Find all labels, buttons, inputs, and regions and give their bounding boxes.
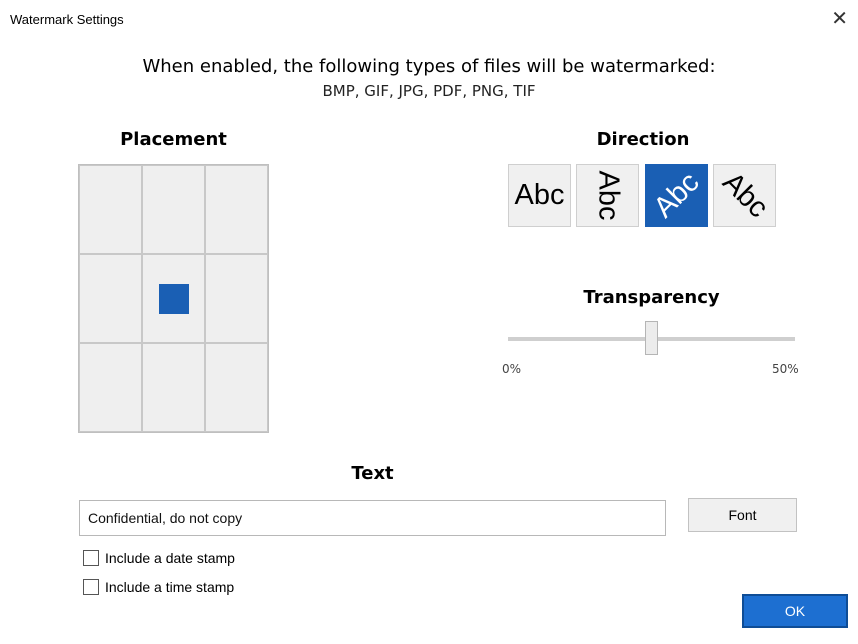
- placement-cell-top-center[interactable]: [142, 165, 205, 254]
- time-stamp-label: Include a time stamp: [105, 579, 235, 595]
- date-stamp-label: Include a date stamp: [105, 550, 235, 566]
- direction-vertical-button[interactable]: Abc: [576, 164, 639, 227]
- text-title: Text: [351, 463, 394, 484]
- placement-cell-middle-right[interactable]: [205, 254, 268, 343]
- ok-button[interactable]: OK: [742, 594, 848, 628]
- direction-diagonal-down-label: Abc: [715, 166, 774, 225]
- placement-cell-bottom-left[interactable]: [79, 343, 142, 432]
- close-icon[interactable]: ✕: [831, 7, 848, 29]
- intro-text: When enabled, the following types of fil…: [142, 56, 716, 77]
- transparency-slider-thumb[interactable]: [645, 321, 658, 355]
- transparency-title: Transparency: [583, 287, 720, 308]
- time-stamp-checkbox[interactable]: [83, 579, 99, 595]
- watermark-text-input[interactable]: [79, 500, 666, 536]
- direction-horizontal-label: Abc: [514, 179, 565, 211]
- placement-cell-middle-center[interactable]: [142, 254, 205, 343]
- direction-title: Direction: [596, 129, 690, 150]
- file-types-text: BMP, GIF, JPG, PDF, PNG, TIF: [322, 82, 536, 100]
- placement-cell-bottom-right[interactable]: [205, 343, 268, 432]
- direction-diagonal-up-label: Abc: [647, 166, 706, 225]
- font-button[interactable]: Font: [688, 498, 797, 532]
- placement-cell-top-left[interactable]: [79, 165, 142, 254]
- date-stamp-checkbox[interactable]: [83, 550, 99, 566]
- direction-diagonal-down-button[interactable]: Abc: [713, 164, 776, 227]
- direction-horizontal-button[interactable]: Abc: [508, 164, 571, 227]
- direction-vertical-label: Abc: [591, 170, 624, 221]
- placement-grid: [78, 164, 269, 433]
- transparency-max-label: 50%: [772, 362, 799, 376]
- time-stamp-option[interactable]: Include a time stamp: [83, 579, 234, 595]
- title-bar: Watermark Settings ✕: [0, 0, 858, 38]
- placement-cell-top-right[interactable]: [205, 165, 268, 254]
- direction-diagonal-up-button[interactable]: Abc: [645, 164, 708, 227]
- placement-cell-bottom-center[interactable]: [142, 343, 205, 432]
- transparency-min-label: 0%: [502, 362, 522, 376]
- placement-title: Placement: [120, 129, 227, 150]
- placement-cell-middle-left[interactable]: [79, 254, 142, 343]
- window-title: Watermark Settings: [10, 12, 124, 27]
- date-stamp-option[interactable]: Include a date stamp: [83, 550, 235, 566]
